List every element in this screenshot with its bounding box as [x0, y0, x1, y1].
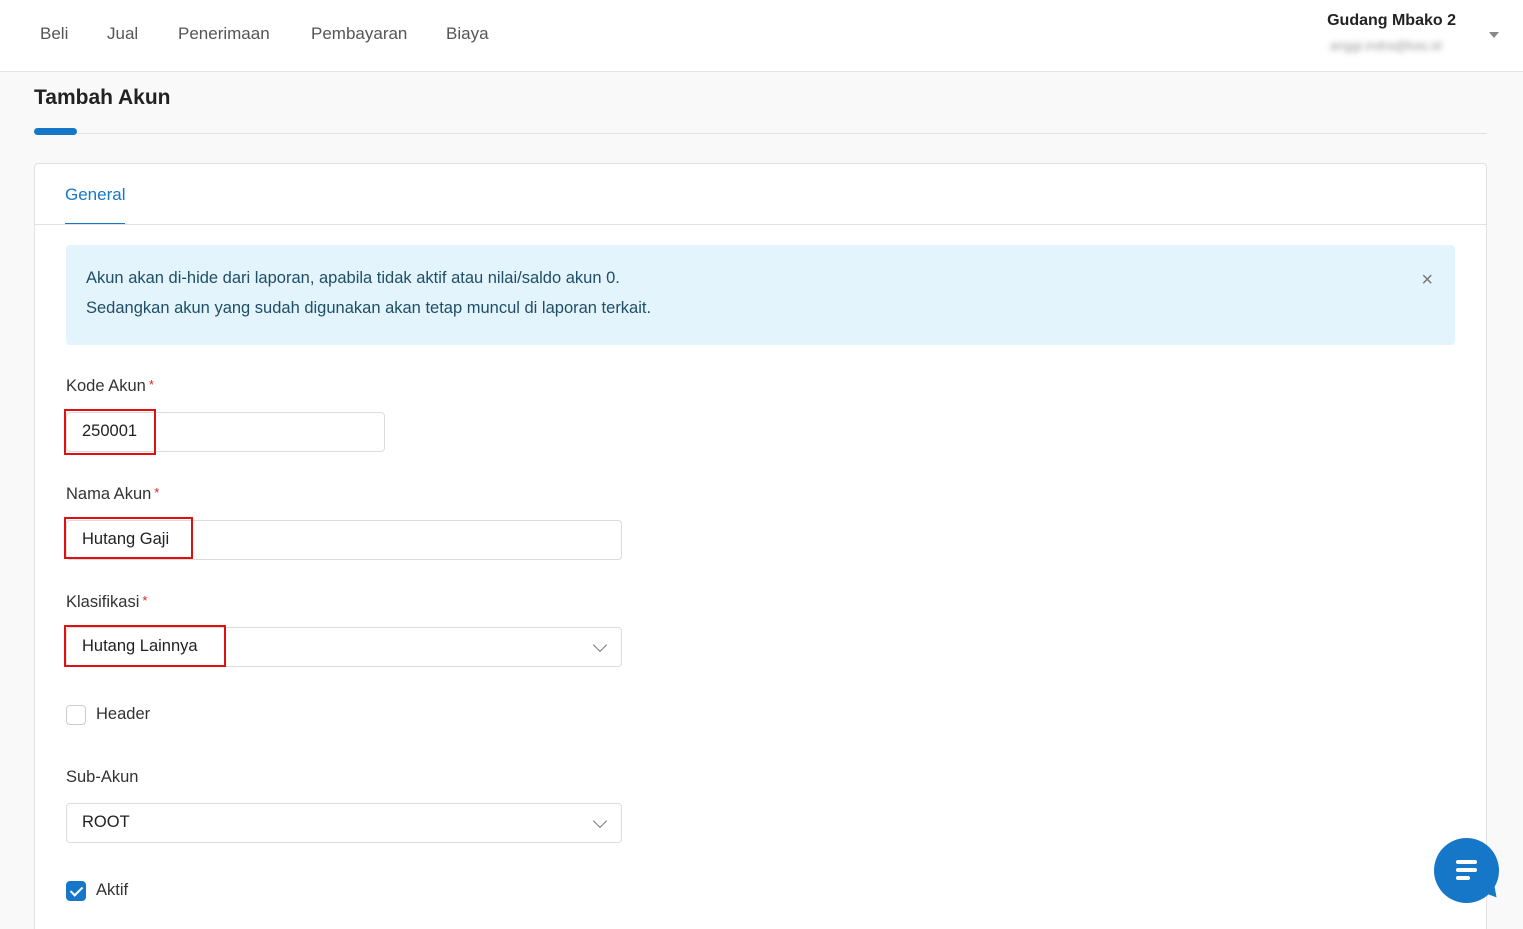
title-accent-bar	[34, 128, 77, 135]
page-title: Tambah Akun	[34, 86, 171, 109]
nama-akun-input[interactable]: Hutang Gaji	[66, 520, 622, 560]
header-checkbox[interactable]	[66, 705, 86, 725]
nav-pembayaran[interactable]: Pembayaran	[311, 24, 407, 44]
title-divider	[77, 133, 1487, 134]
klasifikasi-select[interactable]: Hutang Lainnya	[66, 627, 622, 667]
kode-akun-value: 250001	[82, 422, 138, 440]
company-name[interactable]: Gudang Mbako 2	[1327, 12, 1456, 30]
form-card: General Akun akan di-hide dari laporan, …	[34, 163, 1487, 929]
chat-icon[interactable]	[1434, 838, 1499, 903]
required-marker: *	[148, 377, 154, 392]
tab-general[interactable]: General	[65, 185, 126, 225]
klasifikasi-value: Hutang Lainnya	[82, 637, 198, 655]
aktif-checkbox-label: Aktif	[96, 881, 129, 899]
kode-akun-label: Kode Akun *	[66, 377, 154, 396]
klasifikasi-label-text: Klasifikasi	[66, 593, 140, 611]
required-marker: *	[154, 485, 160, 500]
nama-akun-value: Hutang Gaji	[82, 530, 170, 548]
kode-akun-label-text: Kode Akun	[66, 377, 146, 395]
aktif-checkbox[interactable]	[66, 881, 86, 901]
sub-akun-label: Sub-Akun	[66, 768, 139, 786]
sub-akun-value: ROOT	[82, 813, 130, 831]
nav-biaya[interactable]: Biaya	[446, 24, 489, 44]
close-icon[interactable]: ×	[1421, 269, 1433, 292]
account-dropdown-icon[interactable]	[1489, 32, 1499, 38]
top-navbar: Beli Jual Penerimaan Pembayaran Biaya Gu…	[0, 0, 1523, 72]
chat-icon-line	[1456, 868, 1477, 872]
user-email: anggi.indra@kas.id	[1330, 38, 1442, 53]
nav-jual[interactable]: Jual	[107, 24, 138, 44]
header-checkbox-label: Header	[96, 705, 151, 723]
nama-akun-label-text: Nama Akun	[66, 485, 152, 503]
alert-text-line-1: Akun akan di-hide dari laporan, apabila …	[86, 269, 620, 287]
sub-akun-select[interactable]: ROOT	[66, 803, 622, 843]
tab-divider	[35, 224, 1486, 225]
alert-text-line-2: Sedangkan akun yang sudah digunakan akan…	[86, 299, 652, 317]
chevron-down-icon	[592, 637, 608, 653]
nav-beli[interactable]: Beli	[40, 24, 68, 44]
nav-penerimaan[interactable]: Penerimaan	[178, 24, 270, 44]
required-marker: *	[142, 593, 148, 608]
nama-akun-label: Nama Akun *	[66, 485, 159, 504]
kode-akun-input[interactable]: 250001	[66, 412, 385, 452]
chat-icon-line	[1456, 876, 1470, 880]
klasifikasi-label: Klasifikasi *	[66, 593, 147, 612]
chevron-down-icon	[592, 813, 608, 829]
chat-icon-line	[1456, 860, 1477, 864]
info-alert: Akun akan di-hide dari laporan, apabila …	[66, 245, 1455, 345]
